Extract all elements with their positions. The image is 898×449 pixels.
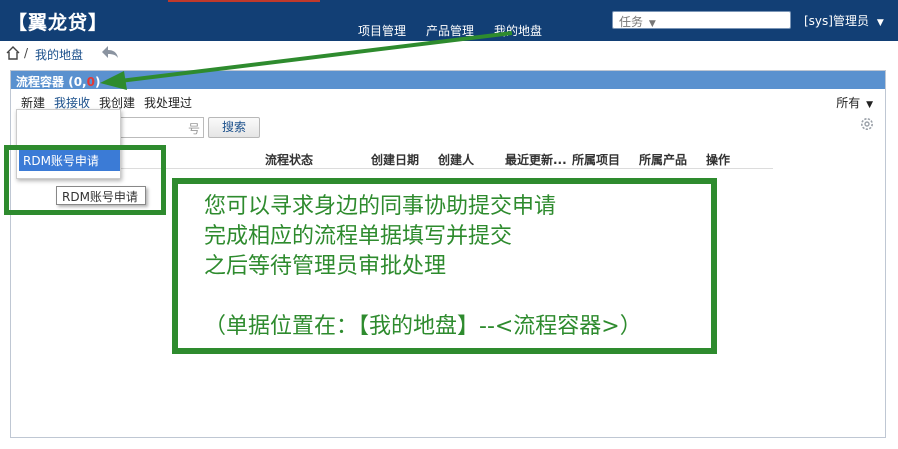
nav-item-projects[interactable]: 项目管理	[358, 22, 406, 39]
user-label: [sys]管理员	[804, 14, 869, 28]
panel-header: 流程容器 (0,0)	[11, 71, 885, 89]
column-header-product[interactable]: 所属产品	[639, 151, 687, 168]
column-header-created-date[interactable]: 创建日期	[371, 151, 419, 168]
panel-search-input[interactable]: 号	[118, 117, 204, 138]
annotation-callout: 您可以寻求身边的同事协助提交申请 完成相应的流程单据填写并提交 之后等待管理员审…	[172, 178, 717, 354]
search-input[interactable]: 任务 ▼	[612, 11, 791, 29]
search-placeholder: 任务	[619, 15, 644, 29]
panel-title: 流程容器	[16, 75, 65, 89]
main-nav: 项目管理 产品管理 我的地盘	[358, 22, 562, 39]
column-header-status[interactable]: 流程状态	[265, 151, 313, 168]
column-header-creator[interactable]: 创建人	[438, 151, 474, 168]
annotation-line	[204, 282, 642, 312]
panel-count-close: )	[94, 75, 101, 89]
user-menu[interactable]: [sys]管理员 ▼	[804, 12, 884, 29]
nav-item-products[interactable]: 产品管理	[426, 22, 474, 39]
annotation-text: 您可以寻求身边的同事协助提交申请 完成相应的流程单据填写并提交 之后等待管理员审…	[204, 192, 642, 342]
active-indicator	[168, 0, 320, 2]
app-logo[interactable]: 【翼龙贷】	[8, 8, 108, 35]
highlight-box	[4, 145, 166, 215]
annotation-line: 之后等待管理员审批处理	[204, 254, 447, 279]
breadcrumb-current[interactable]: 我的地盘	[35, 46, 83, 63]
home-icon[interactable]	[5, 45, 21, 61]
filter-select[interactable]: 所有 ▼	[836, 94, 873, 111]
tab-handled[interactable]: 我处理过	[144, 94, 192, 111]
nav-item-my-area[interactable]: 我的地盘	[494, 22, 542, 39]
annotation-line: 完成相应的流程单据填写并提交	[204, 224, 513, 249]
panel-count-red: 0	[86, 75, 95, 89]
caret-down-icon[interactable]: ▼	[649, 19, 656, 29]
back-icon[interactable]	[101, 44, 119, 60]
caret-down-icon: ▼	[876, 18, 884, 28]
column-header-project[interactable]: 所属项目	[572, 151, 620, 168]
annotation-line: （单据位置在：【我的地盘】--<流程容器>）	[204, 314, 642, 339]
filter-select-value: 所有	[836, 96, 861, 110]
breadcrumb: / 我的地盘	[0, 41, 898, 68]
search-button[interactable]: 搜索	[208, 117, 260, 138]
panel-count-open: (0,	[68, 75, 87, 89]
gear-icon[interactable]	[859, 116, 875, 132]
column-header-actions: 操作	[706, 153, 731, 167]
breadcrumb-separator: /	[24, 46, 29, 60]
top-navbar: 【翼龙贷】 项目管理 产品管理 我的地盘 任务 ▼ [sys]管理员 ▼	[0, 0, 898, 41]
annotation-line: 您可以寻求身边的同事协助提交申请	[204, 194, 557, 219]
column-header-last-updated[interactable]: 最近更新...	[505, 151, 567, 168]
caret-down-icon: ▼	[866, 100, 873, 110]
